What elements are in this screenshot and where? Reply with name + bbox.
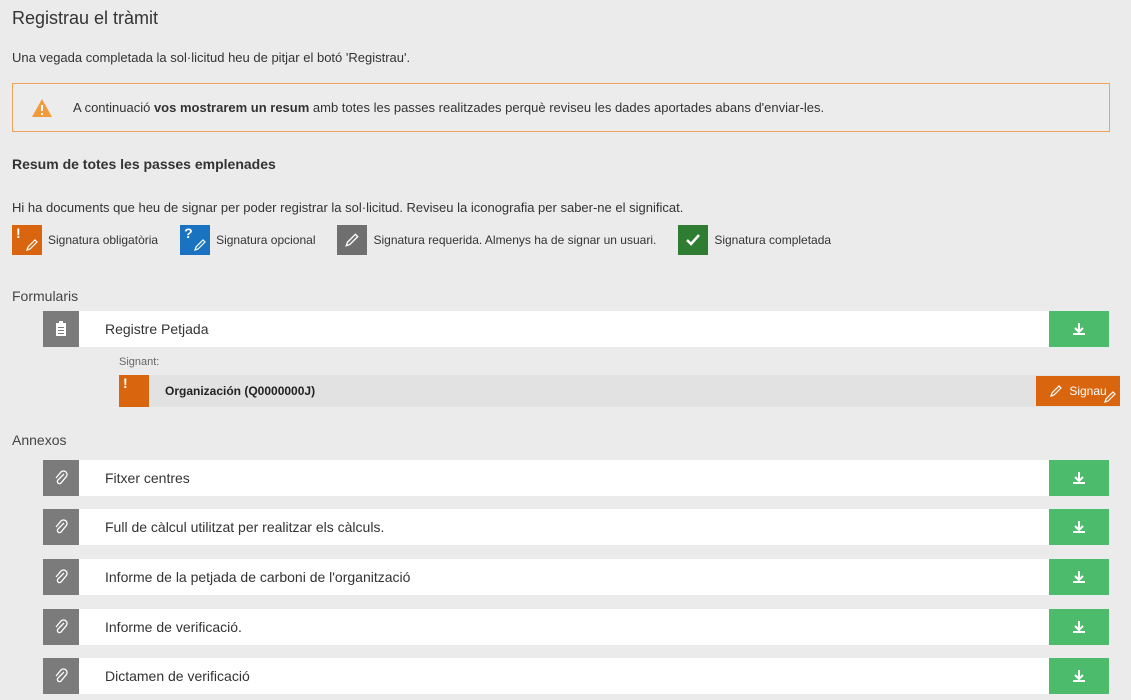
download-button[interactable] [1049,658,1109,694]
download-button[interactable] [1049,311,1109,347]
info-alert: A continuació vos mostrarem un resum amb… [12,83,1110,132]
pen-icon [1050,385,1063,397]
annex-label: Full de càlcul utilitzat per realitzar e… [105,519,385,535]
download-icon [1073,621,1085,633]
annex-row: Fitxer centres [43,460,1109,496]
alert-text: A continuació vos mostrarem un resum amb… [73,100,825,115]
annex-label: Fitxer centres [105,470,190,486]
optional-signature-icon: ? [180,225,211,255]
download-button[interactable] [1049,609,1109,645]
annex-row: Dictamen de verificació [43,658,1109,694]
annex-label: Informe de verificació. [105,619,242,635]
signer-name: Organización (Q0000000J) [165,384,316,398]
download-icon [1073,670,1085,682]
summary-title: Resum de totes les passes emplenades [12,156,276,172]
check-icon [678,225,709,255]
annex-label: Informe de la petjada de carboni de l'or… [105,569,411,585]
download-button[interactable] [1049,460,1109,496]
legend-item-optional: ? Signatura opcional [180,225,315,255]
download-icon [1073,323,1085,335]
register-page: Registrau el tràmit Una vegada completad… [12,0,1120,700]
annex-row: Informe de la petjada de carboni de l'or… [43,559,1109,595]
clipboard-icon [43,311,79,347]
signant-label: Signant: [119,356,160,368]
paperclip-icon [43,460,79,496]
download-button[interactable] [1049,559,1109,595]
download-icon [1073,521,1085,533]
paperclip-icon [43,559,79,595]
download-icon [1073,472,1085,484]
required-signature-icon: ! [12,225,42,255]
legend-item-requested: Signatura requerida. Almenys ha de signa… [337,225,656,255]
download-icon [1073,571,1085,583]
alert-text-bold: vos mostrarem un resum [153,100,310,115]
annexes-label: Annexos [12,432,67,448]
warning-icon [31,98,53,118]
download-button[interactable] [1049,509,1109,545]
legend-item-completed: Signatura completada [678,225,831,255]
form-row-registre-petjada: Registre Petjada [43,311,1109,347]
legend-item-required: ! Signatura obligatòria [12,225,158,255]
annex-label: Dictamen de verificació [105,668,250,684]
pen-icon [337,225,368,255]
form-label: Registre Petjada [105,321,209,337]
annex-row: Full de càlcul utilitzat per realitzar e… [43,509,1109,545]
paperclip-icon [43,509,79,545]
summary-hint: Hi ha documents que heu de signar per po… [12,200,684,215]
paperclip-icon [43,658,79,694]
page-intro: Una vegada completada la sol·licitud heu… [12,50,411,65]
page-title: Registrau el tràmit [12,8,159,28]
forms-label: Formularis [12,288,79,304]
paperclip-icon [43,609,79,645]
annex-row: Informe de verificació. [43,609,1109,645]
signer-row: ! Organización (Q0000000J) Signau [119,375,1120,407]
signature-legend: ! Signatura obligatòria ? Signatura opci… [12,225,853,255]
required-signature-icon: ! [119,375,1116,407]
